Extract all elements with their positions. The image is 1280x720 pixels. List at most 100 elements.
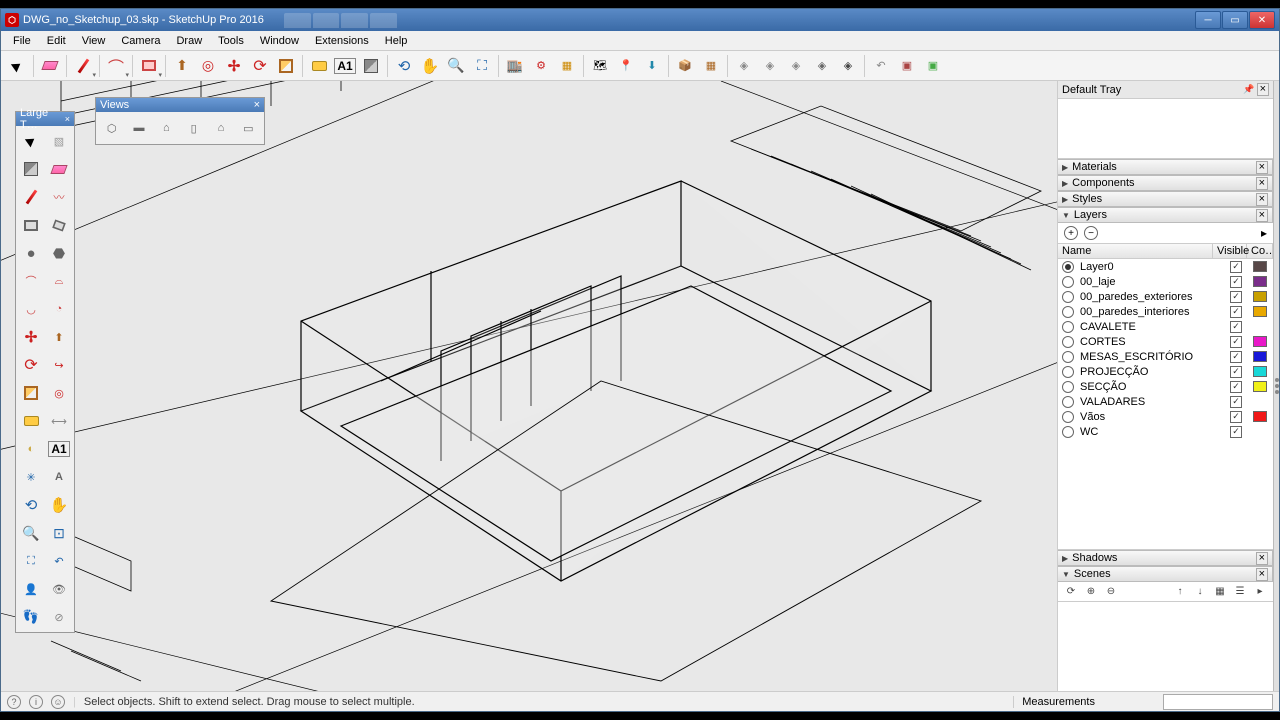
menu-camera[interactable]: Camera <box>113 33 168 49</box>
polygon-tool[interactable]: ⬣ <box>46 240 72 266</box>
zoom-window-tool[interactable]: ⊡ <box>46 520 72 546</box>
tray-resize-handle[interactable] <box>1273 81 1279 691</box>
close-icon[interactable]: × <box>1256 552 1268 565</box>
layer-row[interactable]: MESAS_ESCRITÓRIO ✓ <box>1058 349 1273 364</box>
layer-active-radio[interactable] <box>1062 366 1074 378</box>
layer-visible-checkbox[interactable]: ✓ <box>1230 321 1242 333</box>
layer-visible-checkbox[interactable]: ✓ <box>1230 396 1242 408</box>
minimize-button[interactable]: ─ <box>1195 11 1221 29</box>
user-icon[interactable]: ☺ <box>51 695 65 709</box>
layer-visible-checkbox[interactable]: ✓ <box>1230 426 1242 438</box>
dimension-tool[interactable]: ⟷ <box>46 408 72 434</box>
top-view-button[interactable]: ▬ <box>127 116 150 140</box>
layer-color-swatch[interactable] <box>1253 291 1267 302</box>
layer-active-radio[interactable] <box>1062 336 1074 348</box>
close-icon[interactable]: × <box>65 114 70 124</box>
text-tool[interactable]: A1 <box>333 54 357 78</box>
arc-tool[interactable]: ⌒ <box>104 54 128 78</box>
orbit-tool[interactable]: ⟲ <box>392 54 416 78</box>
scale-tool[interactable] <box>18 380 44 406</box>
large-toolset-header[interactable]: Large T… × <box>16 112 74 126</box>
layer-active-radio[interactable] <box>1062 381 1074 393</box>
layer-name[interactable]: Vãos <box>1078 411 1219 423</box>
scenes-panel-header[interactable]: ▼ Scenes × <box>1058 566 1273 582</box>
add-layer-button[interactable]: + <box>1064 226 1078 240</box>
back-view-button[interactable]: ⌂ <box>209 116 232 140</box>
scene-refresh-button[interactable]: ⟳ <box>1064 585 1078 599</box>
tape-tool[interactable] <box>18 408 44 434</box>
layer-row[interactable]: WC ✓ <box>1058 424 1273 439</box>
layer-name[interactable]: WC <box>1078 426 1219 438</box>
position-camera-tool[interactable]: 👤 <box>18 576 44 602</box>
layout-button[interactable]: ▦ <box>555 54 579 78</box>
layer-visible-checkbox[interactable]: ✓ <box>1230 351 1242 363</box>
close-icon[interactable]: × <box>254 99 260 111</box>
solid-tool-4[interactable]: ◈ <box>810 54 834 78</box>
circle-tool[interactable]: ● <box>18 240 44 266</box>
menu-file[interactable]: File <box>5 33 39 49</box>
layer-name[interactable]: PROJECÇÃO <box>1078 366 1219 378</box>
measurements-input[interactable] <box>1163 694 1273 710</box>
scene-down-button[interactable]: ↓ <box>1193 585 1207 599</box>
components-panel-header[interactable]: ▶ Components × <box>1058 175 1273 191</box>
visible-column-header[interactable]: Visible <box>1213 244 1247 258</box>
layer-active-radio[interactable] <box>1062 396 1074 408</box>
solid-tool-2[interactable]: ◈ <box>758 54 782 78</box>
close-icon[interactable]: × <box>1256 161 1268 174</box>
line-tool[interactable] <box>18 184 44 210</box>
rectangle-tool[interactable] <box>18 212 44 238</box>
zoom-extents-tool[interactable]: ⛶ <box>18 548 44 574</box>
color-column-header[interactable]: Co… <box>1247 244 1273 258</box>
layer-name[interactable]: MESAS_ESCRITÓRIO <box>1078 351 1219 363</box>
menu-window[interactable]: Window <box>252 33 307 49</box>
layer-color-swatch[interactable] <box>1253 366 1267 377</box>
scene-up-button[interactable]: ↑ <box>1173 585 1187 599</box>
layer-color-swatch[interactable] <box>1253 381 1267 392</box>
layer-visible-checkbox[interactable]: ✓ <box>1230 381 1242 393</box>
layer-visible-checkbox[interactable]: ✓ <box>1230 276 1242 288</box>
warehouse-button[interactable]: 🏬 <box>503 54 527 78</box>
geo-location-button[interactable]: 🗺 <box>588 54 612 78</box>
delete-layer-button[interactable]: − <box>1084 226 1098 240</box>
move-tool[interactable]: ✢ <box>222 54 246 78</box>
tape-tool[interactable] <box>307 54 331 78</box>
front-view-button[interactable]: ⌂ <box>155 116 178 140</box>
zoom-extents-tool[interactable]: ⛶ <box>470 54 494 78</box>
shape-tool[interactable] <box>137 54 161 78</box>
previous-view-tool[interactable]: ↶ <box>46 548 72 574</box>
layer-active-radio[interactable] <box>1062 261 1074 273</box>
offset-tool[interactable]: ◎ <box>196 54 220 78</box>
layer-row[interactable]: SECÇÃO ✓ <box>1058 379 1273 394</box>
3dtext-tool[interactable]: A <box>46 464 72 490</box>
layer-visible-checkbox[interactable]: ✓ <box>1230 261 1242 273</box>
layer-color-swatch[interactable] <box>1253 306 1267 317</box>
rotate-tool[interactable]: ⟳ <box>18 352 44 378</box>
pan-tool[interactable]: ✋ <box>46 492 72 518</box>
scene-menu-button[interactable]: ▸ <box>1253 585 1267 599</box>
scene-add-button[interactable]: ⊕ <box>1084 585 1098 599</box>
close-icon[interactable]: × <box>1257 83 1269 96</box>
rotate-tool[interactable]: ⟳ <box>248 54 272 78</box>
viewport-3d[interactable]: Large T… × ▧ 〰 ● ⬣ ⌒ ⌓ ◡ ◔ <box>1 81 1057 691</box>
iso-view-button[interactable]: ⬡ <box>100 116 123 140</box>
pin-icon[interactable]: 📌 <box>1243 84 1254 95</box>
eraser-tool[interactable] <box>38 54 62 78</box>
layer-row[interactable]: VALADARES ✓ <box>1058 394 1273 409</box>
scale-tool[interactable] <box>274 54 298 78</box>
rotated-rect-tool[interactable] <box>46 212 72 238</box>
layer-name[interactable]: VALADARES <box>1078 396 1219 408</box>
layer-visible-checkbox[interactable]: ✓ <box>1230 366 1242 378</box>
layer-color-swatch[interactable] <box>1253 336 1267 347</box>
solid-tool-3[interactable]: ◈ <box>784 54 808 78</box>
layer-row[interactable]: CAVALETE ✓ <box>1058 319 1273 334</box>
close-button[interactable]: ✕ <box>1249 11 1275 29</box>
layer-color-swatch[interactable] <box>1253 411 1267 422</box>
freehand-tool[interactable]: 〰 <box>46 184 72 210</box>
menu-help[interactable]: Help <box>377 33 416 49</box>
line-tool[interactable] <box>71 54 95 78</box>
component-options-button[interactable]: ▦ <box>699 54 723 78</box>
layer-color-swatch[interactable] <box>1253 321 1267 332</box>
layer-active-radio[interactable] <box>1062 426 1074 438</box>
tray-header[interactable]: Default Tray 📌 × <box>1058 81 1273 99</box>
scene-view-button[interactable]: ▦ <box>1213 585 1227 599</box>
